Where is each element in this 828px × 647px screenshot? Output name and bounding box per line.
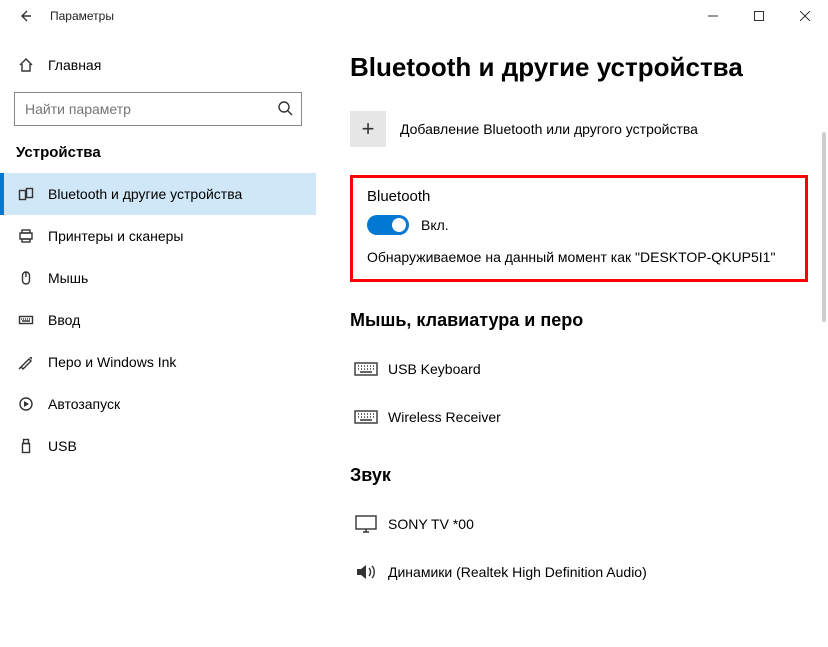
search-icon xyxy=(277,100,293,119)
device-label: Wireless Receiver xyxy=(388,409,501,425)
device-label: SONY TV *00 xyxy=(388,516,474,532)
home-nav[interactable]: Главная xyxy=(0,44,316,86)
bluetooth-toggle-label: Вкл. xyxy=(421,217,449,233)
bluetooth-toggle[interactable] xyxy=(367,215,409,235)
maximize-button[interactable] xyxy=(736,0,782,32)
device-row[interactable]: Wireless Receiver xyxy=(350,393,808,441)
sidebar-item-0[interactable]: Bluetooth и другие устройства xyxy=(0,173,316,215)
sidebar-item-4[interactable]: Перо и Windows Ink xyxy=(0,341,316,383)
add-device-row[interactable]: + Добавление Bluetooth или другого устро… xyxy=(350,111,808,147)
sidebar-item-label: Автозапуск xyxy=(48,396,120,412)
back-icon[interactable] xyxy=(18,9,32,23)
sidebar-item-2[interactable]: Мышь xyxy=(0,257,316,299)
home-icon xyxy=(18,57,34,73)
sidebar-item-label: Мышь xyxy=(48,270,88,286)
page-title: Bluetooth и другие устройства xyxy=(350,52,808,83)
printer-icon xyxy=(18,228,34,244)
home-label: Главная xyxy=(48,57,101,73)
close-button[interactable] xyxy=(782,0,828,32)
sidebar-item-1[interactable]: Принтеры и сканеры xyxy=(0,215,316,257)
window-controls xyxy=(690,0,828,32)
device-row[interactable]: SONY TV *00 xyxy=(350,500,808,548)
usb-icon xyxy=(18,438,34,454)
device-row[interactable]: USB Keyboard xyxy=(350,345,808,393)
window-body: Главная Устройства Bluetooth и другие ус… xyxy=(0,32,828,647)
sidebar-item-3[interactable]: Ввод xyxy=(0,299,316,341)
sidebar-item-label: Ввод xyxy=(48,312,80,328)
mouse-icon xyxy=(18,270,34,286)
sidebar-item-label: USB xyxy=(48,438,77,454)
search-input[interactable] xyxy=(25,101,277,117)
sidebar-item-5[interactable]: Автозапуск xyxy=(0,383,316,425)
search-box[interactable] xyxy=(14,92,302,126)
device-monitor-icon xyxy=(354,514,388,534)
sidebar: Главная Устройства Bluetooth и другие ус… xyxy=(0,32,316,647)
bluetooth-toggle-row: Вкл. xyxy=(367,215,791,235)
autoplay-icon xyxy=(18,396,34,412)
device-label: USB Keyboard xyxy=(388,361,481,377)
section-heading: Звук xyxy=(350,465,808,486)
plus-icon: + xyxy=(350,111,386,147)
sidebar-item-6[interactable]: USB xyxy=(0,425,316,467)
window-title: Параметры xyxy=(50,9,114,23)
device-keyboard-icon xyxy=(354,409,388,425)
main-content: Bluetooth и другие устройства + Добавлен… xyxy=(316,32,828,647)
sidebar-item-label: Bluetooth и другие устройства xyxy=(48,186,242,202)
sidebar-category: Устройства xyxy=(0,144,316,173)
sidebar-nav: Bluetooth и другие устройства Принтеры и … xyxy=(0,173,316,467)
bluetooth-heading: Bluetooth xyxy=(367,188,791,205)
scrollbar[interactable] xyxy=(822,132,826,322)
keyboard-icon xyxy=(18,312,34,328)
device-sections: Мышь, клавиатура и перо USB Keyboard Wirel… xyxy=(350,310,808,596)
device-row[interactable]: Динамики (Realtek High Definition Audio) xyxy=(350,548,808,596)
device-speaker-icon xyxy=(354,562,388,582)
sidebar-item-label: Перо и Windows Ink xyxy=(48,354,176,370)
pen-icon xyxy=(18,354,34,370)
settings-window: Параметры Главная Устройства Blue xyxy=(0,0,828,647)
sidebar-item-label: Принтеры и сканеры xyxy=(48,228,183,244)
minimize-button[interactable] xyxy=(690,0,736,32)
titlebar: Параметры xyxy=(0,0,828,32)
add-device-label: Добавление Bluetooth или другого устройс… xyxy=(400,121,698,137)
device-label: Динамики (Realtek High Definition Audio) xyxy=(388,564,647,580)
bluetooth-devices-icon xyxy=(18,186,34,202)
section-heading: Мышь, клавиатура и перо xyxy=(350,310,808,331)
bluetooth-highlight: Bluetooth Вкл. Обнаруживаемое на данный … xyxy=(350,175,808,282)
device-keyboard-icon xyxy=(354,361,388,377)
bluetooth-discoverable-text: Обнаруживаемое на данный момент как "DES… xyxy=(367,249,791,265)
